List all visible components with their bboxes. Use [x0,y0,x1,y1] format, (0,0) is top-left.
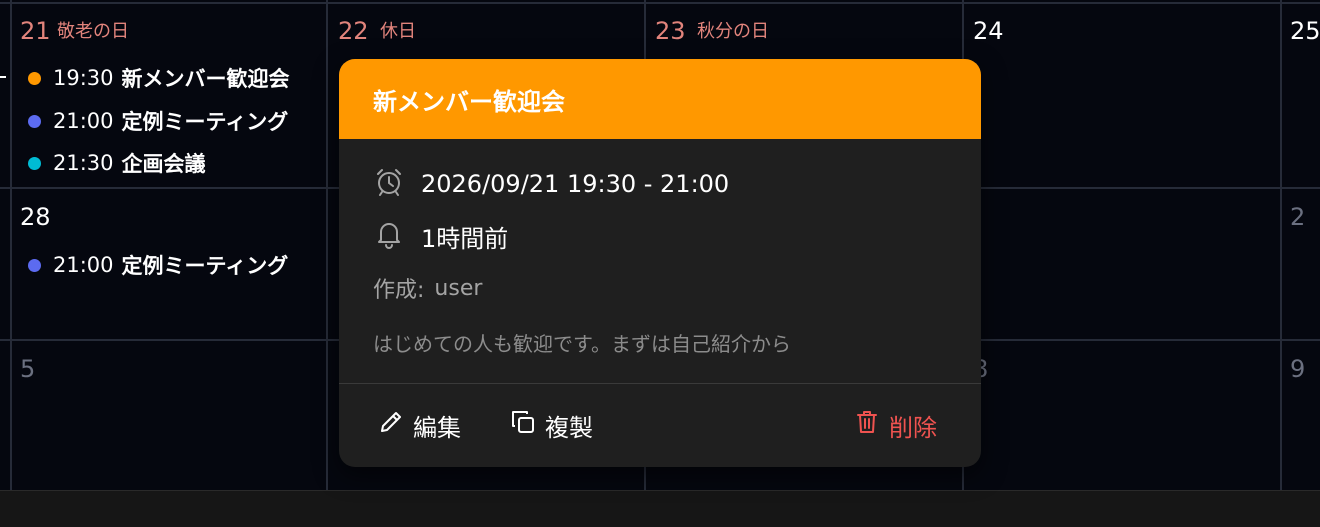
copy-icon [509,408,545,442]
event-time: 21:00 [53,253,114,277]
alarm-clock-icon [373,166,421,202]
day-number: 2 [1290,203,1306,231]
grid-line [1280,0,1282,490]
duplicate-button[interactable]: 複製 [509,405,593,445]
day-number: 5 [20,355,36,383]
popover-header: 新メンバー歓迎会 [339,59,981,139]
bell-icon [373,218,421,254]
event-item[interactable]: 19:30 新メンバー歓迎会 [28,63,290,93]
event-title: 定例ミーティング [121,254,289,278]
day-number: 23 [655,17,686,45]
event-title: 新メンバー歓迎会 [373,87,565,116]
duplicate-label: 複製 [545,413,593,442]
event-title: 企画会議 [121,152,206,176]
day-number: 21 [20,17,51,45]
event-datetime: 2026/09/21 19:30 - 21:00 [421,170,730,198]
event-item[interactable]: 21:30 企画会議 [28,148,206,178]
event-time: 21:30 [53,151,114,175]
holiday-name: 敬老の日 [57,21,129,42]
event-detail-popover: 新メンバー歓迎会 2026/09/21 19:30 - 21:00 1時間前 作… [339,59,981,467]
event-color-dot [28,258,41,272]
event-time: 21:00 [53,109,114,133]
description-text: はじめての人も歓迎です。まずは自己紹介から [373,331,791,356]
edit-button[interactable]: 編集 [377,405,461,445]
edit-label: 編集 [413,413,461,442]
event-reminder: 1時間前 [421,224,509,253]
event-color-dot [28,114,41,128]
trash-icon [853,408,889,442]
holiday-name: 秋分の日 [697,21,769,42]
day-number: 22 [338,17,369,45]
grid-line [326,0,328,490]
holiday-name: 休日 [380,21,416,42]
event-item[interactable]: 21:00 定例ミーティング [28,250,288,280]
event-time: 19:30 [53,66,114,90]
event-creator-row: 作成: user [373,272,482,304]
delete-label: 削除 [889,413,937,442]
event-reminder-row: 1時間前 [373,219,508,253]
grid-line [0,2,1320,4]
delete-button[interactable]: 削除 [853,405,937,445]
day-number: 28 [20,203,51,231]
event-color-dot [28,156,41,170]
event-description: はじめての人も歓迎です。まずは自己紹介から [373,327,791,357]
event-datetime-row: 2026/09/21 19:30 - 21:00 [373,167,729,201]
grid-line [10,0,12,490]
day-number: 9 [1290,355,1306,383]
pencil-icon [377,408,413,442]
event-color-dot [28,71,41,85]
footer-bar [0,490,1320,527]
creator-label: 作成: [373,278,425,303]
event-item[interactable]: 21:00 定例ミーティング [28,106,288,136]
day-number: 24 [973,17,1004,45]
overflow-indicator [0,76,6,78]
event-title: 新メンバー歓迎会 [121,67,290,91]
creator-name: user [434,275,483,301]
divider [339,383,981,384]
event-title: 定例ミーティング [121,110,289,134]
day-number: 25 [1290,17,1320,45]
